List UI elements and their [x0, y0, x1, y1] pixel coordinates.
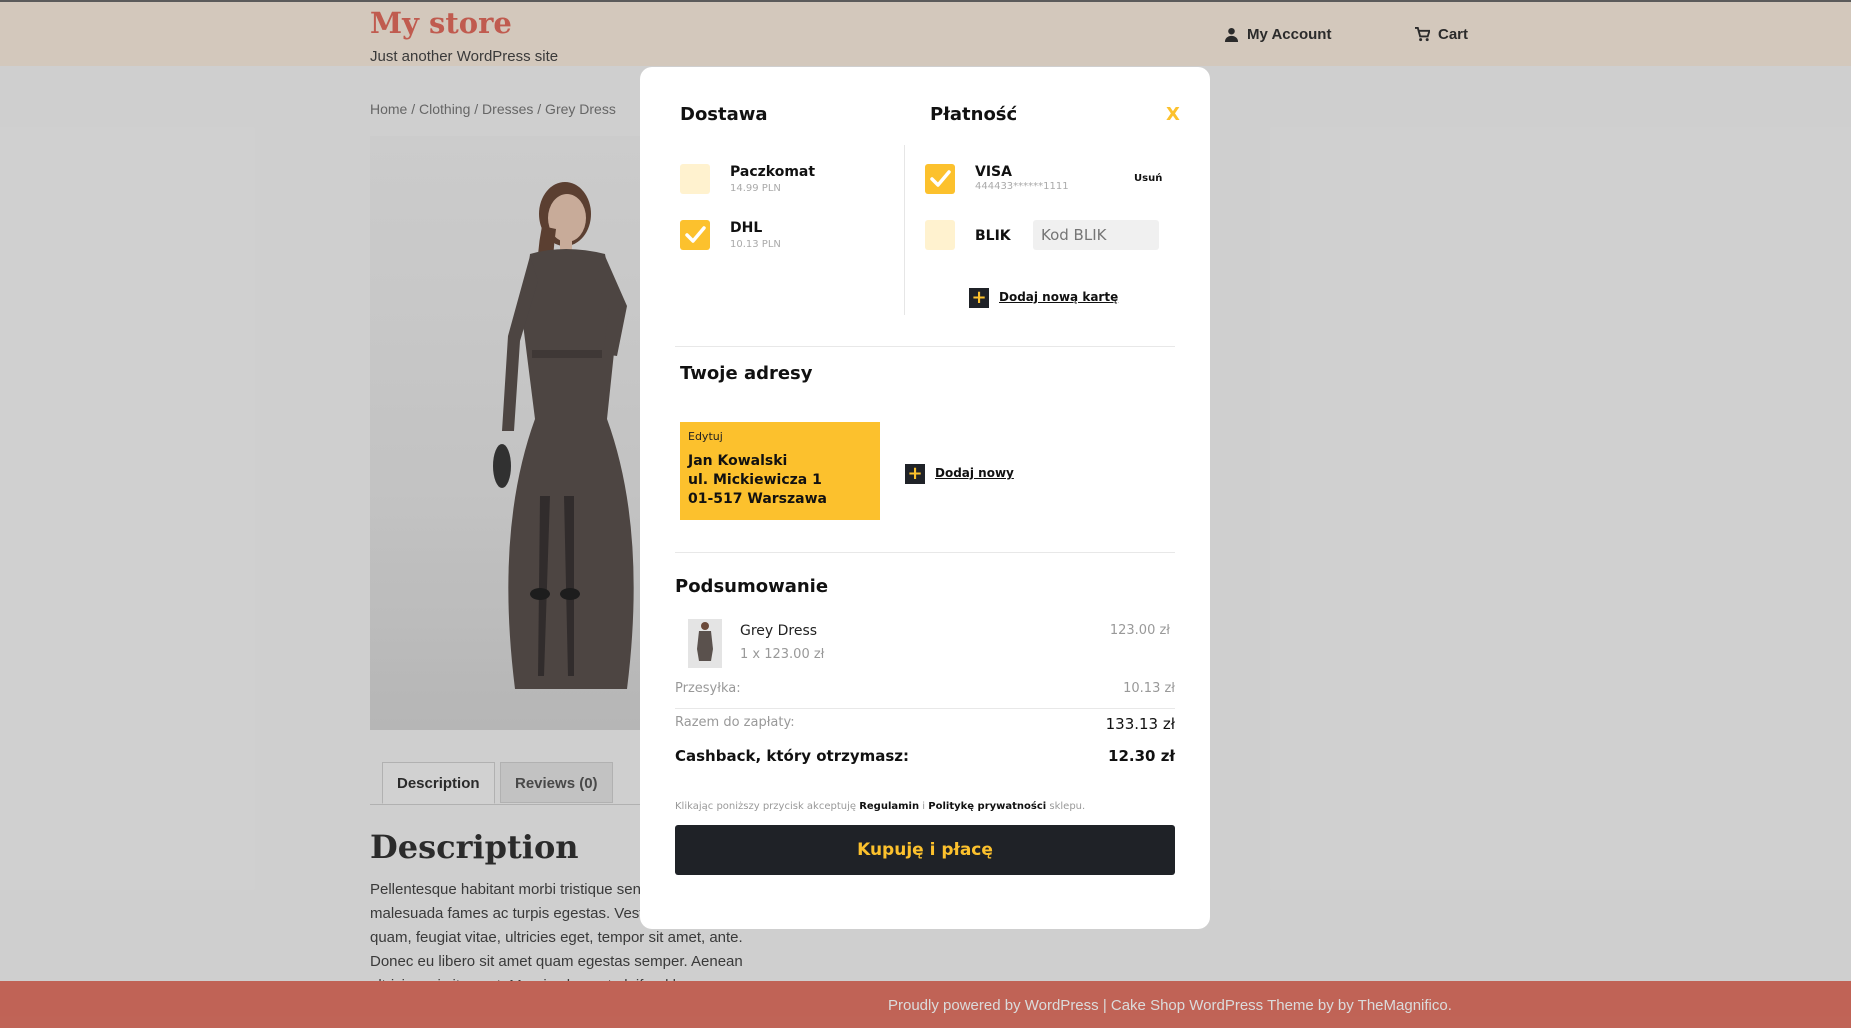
summary-item-qty: 1 x 123.00 zł: [740, 647, 825, 662]
total-label: Razem do zapłaty:: [675, 715, 795, 730]
delivery-dhl-label: DHL: [730, 220, 763, 236]
address-name: Jan Kowalski: [688, 453, 788, 469]
address-street: ul. Mickiewicza 1: [688, 472, 822, 488]
remove-card-button[interactable]: Usuń: [1134, 173, 1162, 184]
add-card-link[interactable]: Dodaj nową kartę: [999, 290, 1118, 304]
delivery-title: Dostawa: [680, 104, 768, 125]
payment-visa-number: 444433******1111: [975, 181, 1069, 192]
summary-item-total: 123.00 zł: [1109, 623, 1170, 638]
payment-blik-label: BLIK: [975, 228, 1011, 244]
delivery-dhl-price: 10.13 PLN: [730, 239, 781, 250]
delivery-paczkomat-label: Paczkomat: [730, 164, 816, 180]
terms-text: Klikając poniższy przycisk akceptuję Reg…: [675, 801, 1085, 812]
buy-and-pay-button[interactable]: Kupuję i płacę: [675, 825, 1175, 875]
delivery-dhl-checkbox[interactable]: [680, 220, 710, 250]
total-value: 133.13 zł: [1105, 715, 1175, 733]
add-address-link[interactable]: Dodaj nowy: [935, 466, 1014, 480]
terms-suffix: sklepu.: [1049, 801, 1086, 812]
payment-blik-checkbox[interactable]: [925, 220, 955, 250]
delivery-paczkomat-checkbox[interactable]: [680, 164, 710, 194]
cashback-label: Cashback, który otrzymasz:: [675, 747, 910, 765]
payment-title: Płatność: [930, 104, 1018, 125]
summary-item-name: Grey Dress: [740, 623, 818, 639]
terms-separator: i: [922, 801, 926, 812]
address-edit-link[interactable]: Edytuj: [688, 430, 723, 443]
summary-item-thumbnail: [688, 619, 722, 668]
divider: [675, 708, 1175, 709]
privacy-policy-link[interactable]: Politykę prywatności: [928, 801, 1046, 812]
close-button[interactable]: X: [1166, 104, 1180, 125]
shipping-label: Przesyłka:: [675, 681, 741, 696]
check-icon: [930, 170, 951, 187]
address-city: 01-517 Warszawa: [688, 491, 827, 507]
checkout-modal: Dostawa Płatność X Paczkomat 14.99 PLN D…: [640, 67, 1210, 929]
divider: [675, 346, 1175, 347]
summary-title: Podsumowanie: [675, 576, 829, 597]
terms-prefix: Klikając poniższy przycisk akceptuję: [675, 801, 857, 812]
shipping-value: 10.13 zł: [1123, 681, 1175, 696]
address-card[interactable]: Edytuj Jan Kowalski ul. Mickiewicza 1 01…: [680, 422, 880, 520]
addresses-title: Twoje adresy: [680, 363, 813, 384]
divider: [675, 552, 1175, 553]
add-address-plus-icon[interactable]: +: [905, 464, 925, 484]
payment-visa-checkbox[interactable]: [925, 164, 955, 194]
payment-visa-label: VISA: [975, 164, 1012, 180]
cashback-value: 12.30 zł: [1108, 747, 1175, 765]
blik-code-input[interactable]: [1033, 220, 1159, 250]
check-icon: [685, 226, 706, 243]
column-divider: [904, 145, 905, 315]
regulamin-link[interactable]: Regulamin: [859, 801, 919, 812]
delivery-paczkomat-price: 14.99 PLN: [730, 183, 781, 194]
add-card-plus-icon[interactable]: +: [969, 288, 989, 308]
